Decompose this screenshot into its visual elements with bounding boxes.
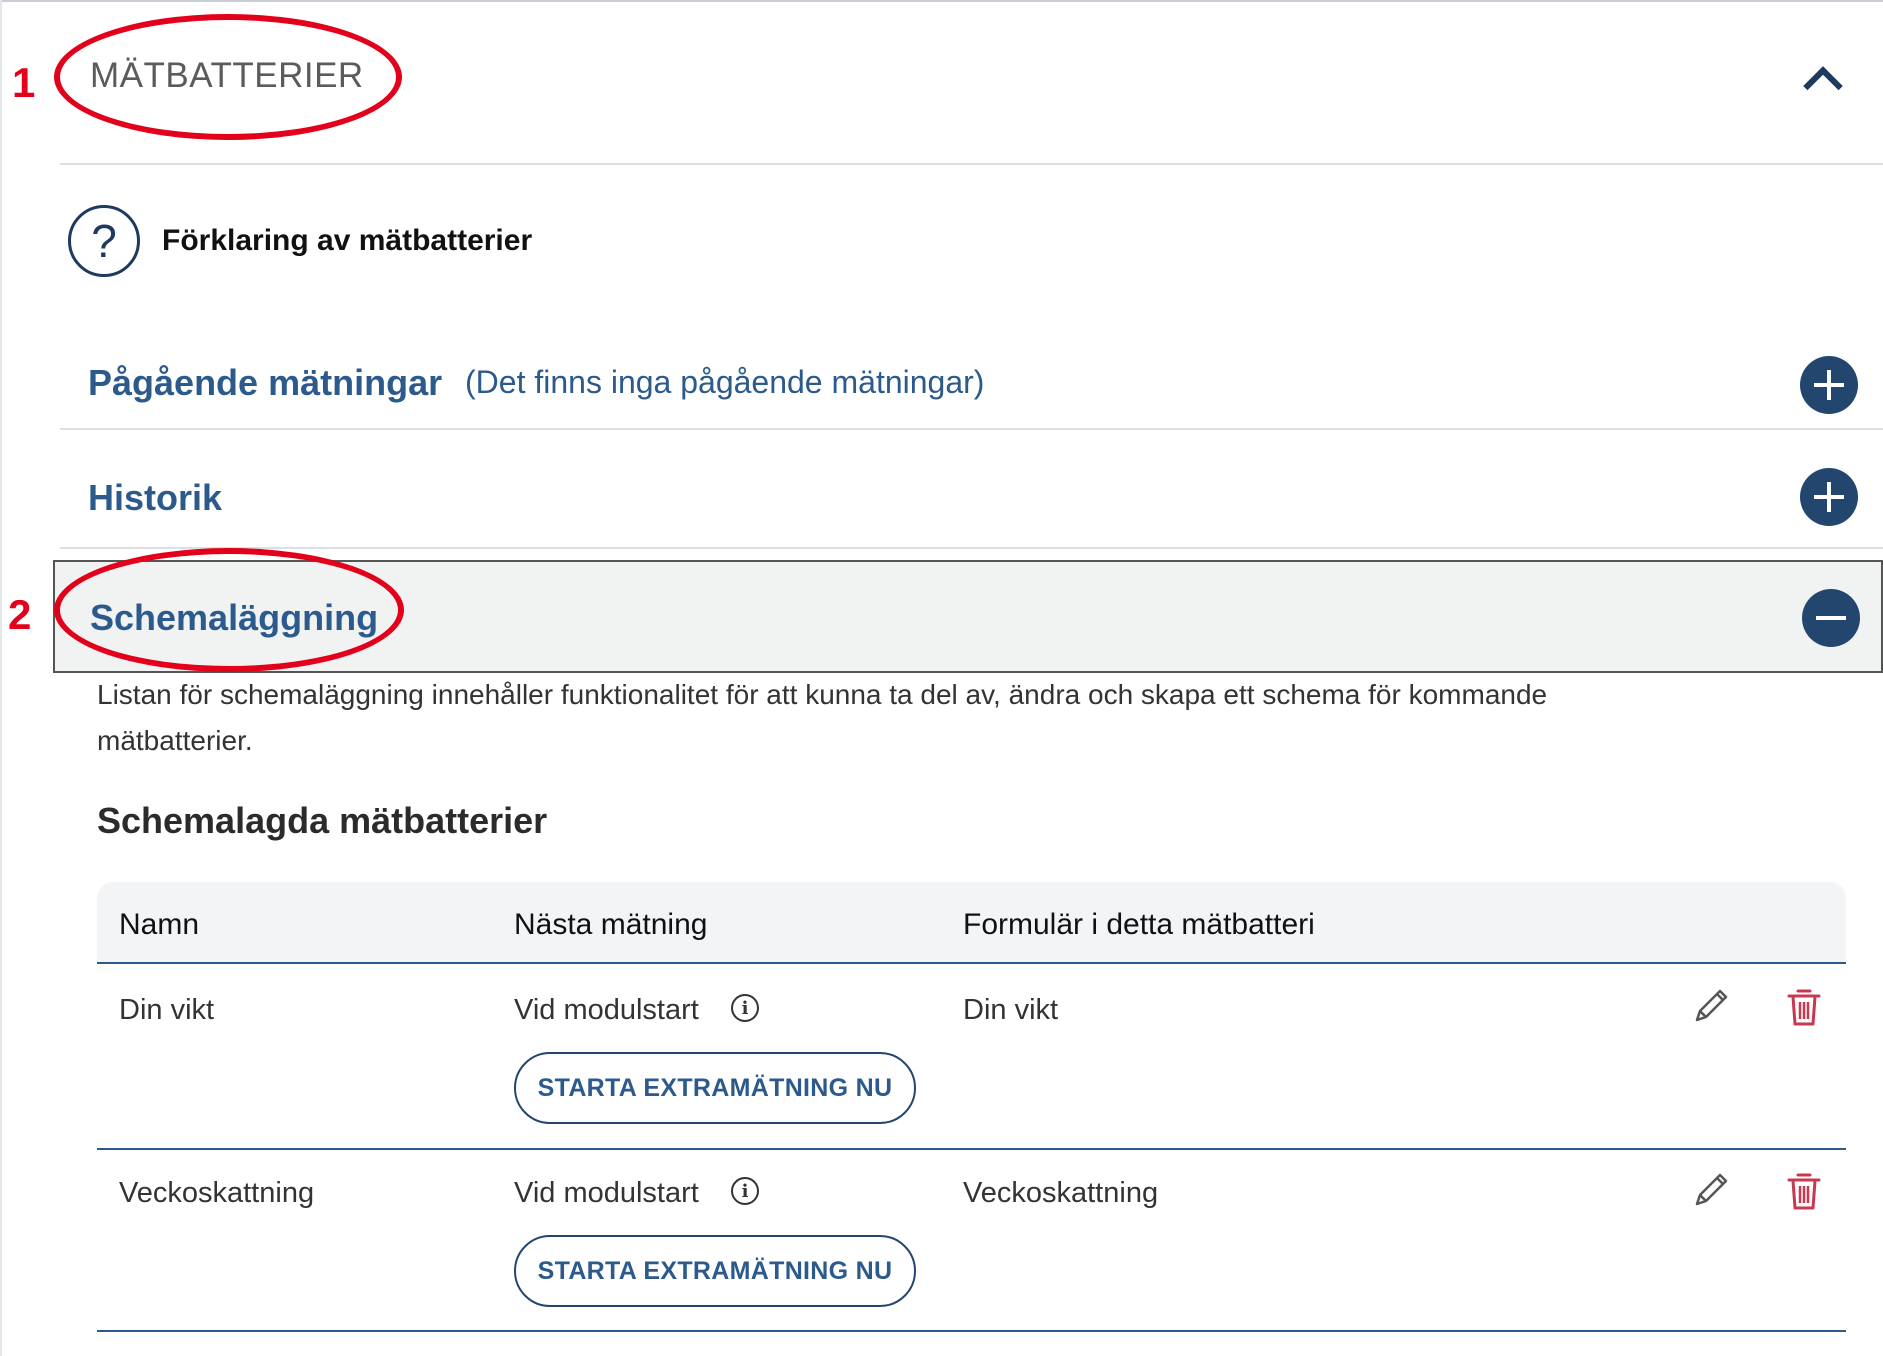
top-border	[0, 0, 1883, 2]
column-header-name: Namn	[119, 908, 200, 941]
info-icon[interactable]: i	[731, 994, 759, 1022]
description-line-1: Listan för schemaläggning innehåller fun…	[97, 679, 1548, 710]
accordion-ongoing[interactable]: Pågående mätningar (Det finns inga pågåe…	[60, 350, 1883, 430]
accordion-divider	[60, 547, 1883, 549]
column-header-forms: Formulär i detta mätbatteri	[963, 908, 1315, 941]
accordion-scheduling-title: Schemaläggning	[90, 597, 379, 638]
row-divider	[97, 1330, 1846, 1332]
cell-forms: Din vikt	[963, 994, 1059, 1026]
help-link[interactable]: Förklaring av mätbatterier	[162, 224, 532, 258]
panel-divider	[60, 163, 1883, 165]
trash-icon[interactable]	[1785, 986, 1823, 1028]
minus-icon[interactable]	[1802, 589, 1860, 647]
accordion-history-title: Historik	[88, 477, 223, 518]
cell-name: Veckoskattning	[119, 1177, 315, 1209]
accordion-ongoing-subtitle: (Det finns inga pågående mätningar)	[465, 364, 985, 400]
pencil-icon[interactable]	[1691, 986, 1731, 1026]
pencil-icon[interactable]	[1691, 1170, 1731, 1210]
plus-icon[interactable]	[1800, 468, 1858, 526]
accordion-scheduling[interactable]: Schemaläggning	[53, 560, 1883, 673]
start-extra-measurement-button[interactable]: STARTA EXTRAMÄTNING NU	[514, 1235, 916, 1307]
column-header-next: Nästa mätning	[514, 908, 708, 941]
annotation-number-1: 1	[12, 59, 36, 106]
question-icon[interactable]: ?	[68, 205, 140, 277]
table-row: Veckoskattning Vid modulstart i STARTA E…	[97, 1150, 1846, 1330]
annotation-number-2: 2	[8, 591, 32, 638]
schedule-description: Listan för schemaläggning innehåller fun…	[97, 672, 1857, 764]
cell-forms: Veckoskattning	[963, 1177, 1159, 1209]
table-header: Namn Nästa mätning Formulär i detta mätb…	[97, 882, 1846, 964]
chevron-up-icon[interactable]	[1803, 66, 1843, 106]
trash-icon[interactable]	[1785, 1170, 1823, 1212]
cell-next: Vid modulstart	[514, 994, 699, 1026]
cell-name: Din vikt	[119, 994, 215, 1026]
section-title: Schemalagda mätbatterier	[97, 800, 548, 841]
info-icon[interactable]: i	[731, 1177, 759, 1205]
accordion-divider	[60, 428, 1883, 430]
start-extra-measurement-button[interactable]: STARTA EXTRAMÄTNING NU	[514, 1052, 916, 1124]
panel-title: MÄTBATTERIER	[90, 56, 364, 95]
left-border	[0, 0, 2, 1356]
table-row: Din vikt Vid modulstart i STARTA EXTRAMÄ…	[97, 964, 1846, 1148]
cell-next: Vid modulstart	[514, 1177, 699, 1209]
accordion-history[interactable]: Historik	[60, 462, 1883, 542]
accordion-ongoing-title: Pågående mätningar	[88, 362, 443, 403]
plus-icon[interactable]	[1800, 356, 1858, 414]
description-line-2: mätbatterier.	[97, 725, 253, 756]
